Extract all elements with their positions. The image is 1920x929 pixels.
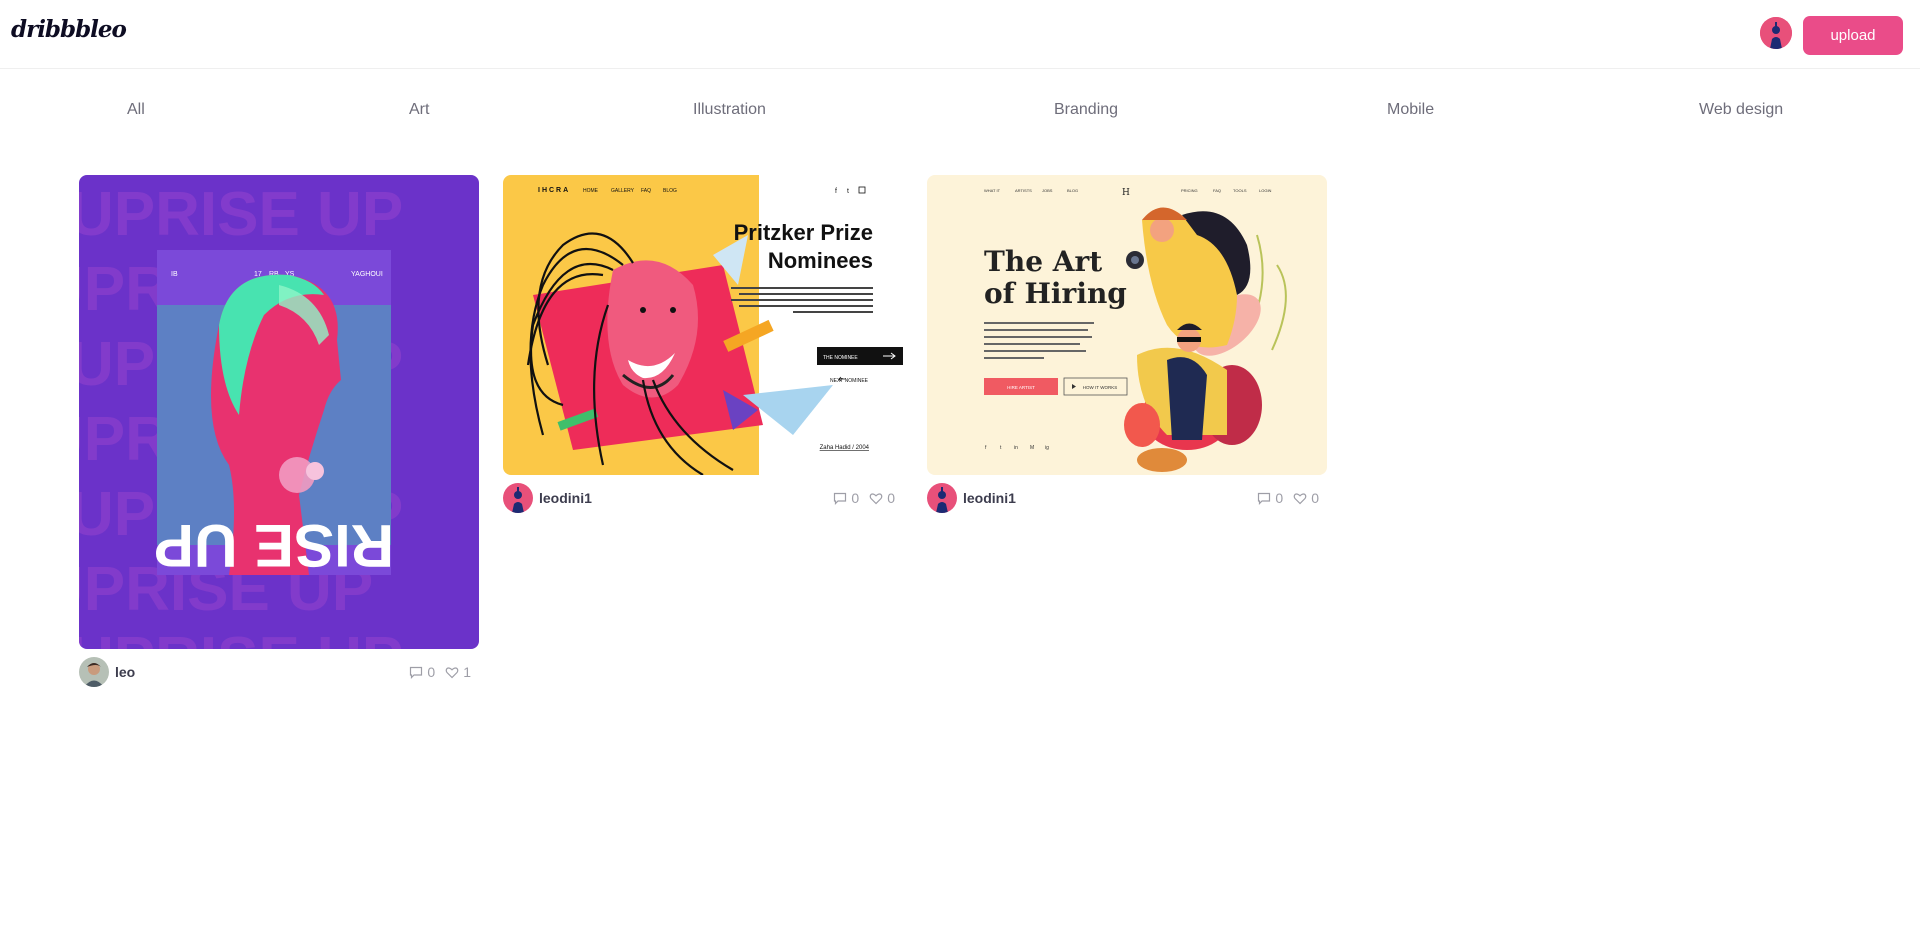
poster-headline: RISE UP [154, 512, 394, 579]
site-caption: Zaha Hadid / 2004 [820, 445, 870, 451]
social-icon: ig [1045, 445, 1049, 451]
user-avatar[interactable] [1760, 17, 1792, 49]
top-header: dribbbleo upload [0, 0, 1920, 69]
site-logo[interactable]: dribbbleo [11, 16, 127, 43]
poster-bg-text: UPRISE UP [79, 625, 403, 649]
shot-thumbnail[interactable]: UPRISE UP UPRISE UP UPRISE UP UPRISE UP … [79, 175, 479, 649]
comment-count[interactable]: 0 [1257, 490, 1283, 506]
site-nav: PRICING [1181, 188, 1198, 193]
shot-meta: leodini1 0 0 [503, 483, 903, 513]
site-nav: FAQ [1213, 188, 1221, 193]
site-nav: LOGIN [1259, 188, 1272, 193]
comment-icon [1258, 492, 1271, 505]
category-art[interactable]: Art [409, 101, 429, 119]
username[interactable]: leodini1 [539, 490, 592, 506]
site-title: The Art [984, 245, 1102, 278]
shot-stats: 0 0 [833, 490, 895, 506]
user-avatar[interactable] [503, 483, 533, 513]
shot-meta: leo 0 1 [79, 657, 479, 687]
site-title: Nominees [768, 248, 873, 273]
social-icon: in [1014, 445, 1018, 451]
category-all[interactable]: All [127, 101, 145, 119]
comment-icon [834, 492, 847, 505]
site-nav: ARTISTS [1015, 188, 1032, 193]
svg-text:f: f [835, 188, 837, 195]
social-icon: M [1030, 445, 1034, 451]
heart-icon [869, 492, 883, 504]
category-web-design[interactable]: Web design [1699, 101, 1783, 119]
like-count[interactable]: 0 [1293, 490, 1319, 506]
site-cta: THE NOMINEE [823, 355, 858, 361]
shot-thumbnail[interactable]: WHAT IT ARTISTS JOBS BLOG PRICING FAQ TO… [927, 175, 1327, 475]
site-title: Pritzker Prize [734, 220, 873, 245]
primary-cta: HIRE ARTIST [1007, 385, 1035, 390]
user-avatar[interactable] [79, 657, 109, 687]
user-avatar[interactable] [927, 483, 957, 513]
comment-count[interactable]: 0 [409, 664, 435, 680]
heart-icon [445, 666, 459, 678]
like-count[interactable]: 1 [445, 664, 471, 680]
shot-meta: leodini1 0 0 [927, 483, 1327, 513]
site-nav: FAQ [641, 188, 651, 194]
site-nav: WHAT IT [984, 188, 1001, 193]
secondary-cta: HOW IT WORKS [1083, 385, 1117, 390]
site-nav: HOME [583, 188, 599, 194]
upload-button[interactable]: upload [1803, 16, 1903, 55]
svg-text:t: t [847, 188, 849, 195]
svg-text:H: H [1122, 188, 1130, 198]
site-nav: JOBS [1042, 188, 1053, 193]
shot-thumbnail[interactable]: IHCRA HOME GALLERY FAQ BLOG f t Pritzker… [503, 175, 903, 475]
poster-label: YAGHOUI [351, 271, 383, 278]
site-nav: TOOLS [1233, 188, 1247, 193]
comment-count[interactable]: 0 [833, 490, 859, 506]
poster-label: IB [171, 271, 178, 278]
like-count[interactable]: 0 [869, 490, 895, 506]
shot-stats: 0 0 [1257, 490, 1319, 506]
site-next: NEXT NOMINEE [830, 378, 869, 384]
username[interactable]: leo [115, 664, 135, 680]
heart-icon [1293, 492, 1307, 504]
site-nav: BLOG [663, 188, 677, 194]
site-nav: BLOG [1067, 188, 1078, 193]
site-nav: GALLERY [611, 188, 635, 194]
site-title: of Hiring [984, 277, 1127, 310]
shot-stats: 0 1 [409, 664, 471, 680]
category-mobile[interactable]: Mobile [1387, 101, 1434, 119]
comment-icon [410, 666, 423, 679]
site-brand: IHCRA [538, 187, 570, 194]
category-illustration[interactable]: Illustration [693, 101, 766, 119]
category-branding[interactable]: Branding [1054, 101, 1118, 119]
poster-bg-text: UPRISE UP [79, 180, 403, 249]
username[interactable]: leodini1 [963, 490, 1016, 506]
